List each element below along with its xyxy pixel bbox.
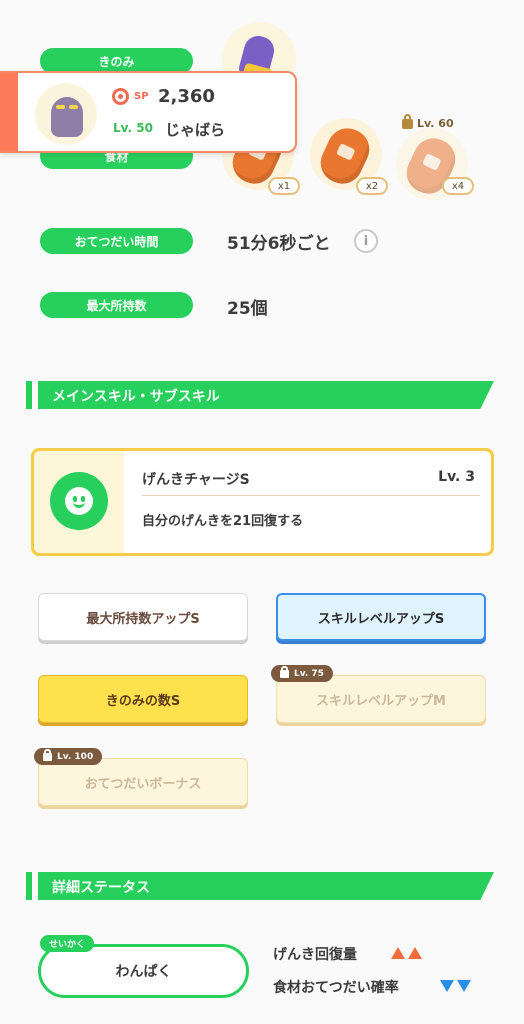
divider bbox=[142, 495, 480, 496]
sp-icon bbox=[112, 88, 129, 105]
details-section-title: 詳細ステータス bbox=[52, 880, 150, 896]
lock-icon bbox=[402, 113, 413, 129]
up-arrow-icon bbox=[391, 947, 405, 959]
sub-skill-button-3[interactable]: きのみの数S bbox=[38, 675, 248, 723]
avatar bbox=[35, 83, 97, 145]
up-arrow-icon bbox=[408, 947, 422, 959]
ingredient-count-1: x1 bbox=[268, 177, 300, 195]
skills-section-title: メインスキル・サブスキル bbox=[52, 389, 220, 405]
popup-accent bbox=[0, 73, 18, 151]
info-icon[interactable]: i bbox=[354, 229, 378, 253]
lock-icon bbox=[280, 665, 289, 678]
sub-skill-button-4[interactable]: スキルレベルアップM bbox=[276, 675, 486, 723]
ingredient-count-2: x2 bbox=[356, 177, 388, 195]
help-time-value: 51分6秒ごと bbox=[227, 234, 331, 254]
sub-skill-button-1[interactable]: 最大所持数アップS bbox=[38, 593, 248, 641]
ingredient-lock-level: Lv. 60 bbox=[417, 117, 454, 130]
details-section-header: 詳細ステータス bbox=[26, 872, 494, 900]
down-arrow-icon bbox=[440, 980, 454, 992]
sp-label: SP bbox=[134, 91, 149, 102]
pokemon-icon bbox=[51, 97, 83, 137]
main-skill-name: げんきチャージS bbox=[142, 472, 250, 488]
sp-value: 2,360 bbox=[158, 86, 215, 107]
pokemon-name: じゃばら bbox=[165, 121, 226, 139]
skills-section-header: メインスキル・サブスキル bbox=[26, 381, 494, 409]
main-skill-level: Lv. 3 bbox=[438, 469, 475, 485]
carry-label: 最大所持数 bbox=[40, 292, 193, 318]
help-time-label: おてつだい時間 bbox=[40, 228, 193, 254]
sub-skill-lock-badge-4: Lv. 75 bbox=[271, 665, 333, 682]
nature-up-label: げんき回復量 bbox=[273, 947, 357, 963]
nature-tag: せいかく bbox=[40, 935, 95, 952]
sub-skill-button-5[interactable]: おてつだいボーナス bbox=[38, 758, 248, 806]
ingredient-lock: Lv. 60 bbox=[402, 113, 454, 130]
nature-button[interactable]: わんぱく bbox=[38, 944, 249, 998]
lock-icon bbox=[43, 748, 52, 761]
main-skill-card[interactable]: げんきチャージS Lv. 3 自分のげんきを21回復する bbox=[31, 448, 494, 556]
sub-skill-button-2[interactable]: スキルレベルアップS bbox=[276, 593, 486, 641]
sub-skill-lock-badge-5: Lv. 100 bbox=[34, 748, 103, 765]
lock-level: Lv. 100 bbox=[57, 751, 94, 762]
main-skill-description: 自分のげんきを21回復する bbox=[142, 514, 304, 529]
down-arrow-icon bbox=[457, 980, 471, 992]
pokemon-level: Lv. 50 bbox=[113, 121, 153, 135]
energy-smile-icon bbox=[50, 472, 108, 530]
carry-value: 25個 bbox=[227, 299, 268, 319]
pokemon-popup[interactable]: SP 2,360 Lv. 50 じゃばら bbox=[0, 71, 297, 153]
lock-level: Lv. 75 bbox=[294, 668, 324, 679]
nature-down-label: 食材おてつだい確率 bbox=[273, 980, 399, 996]
ingredient-count-3: x4 bbox=[442, 177, 474, 195]
